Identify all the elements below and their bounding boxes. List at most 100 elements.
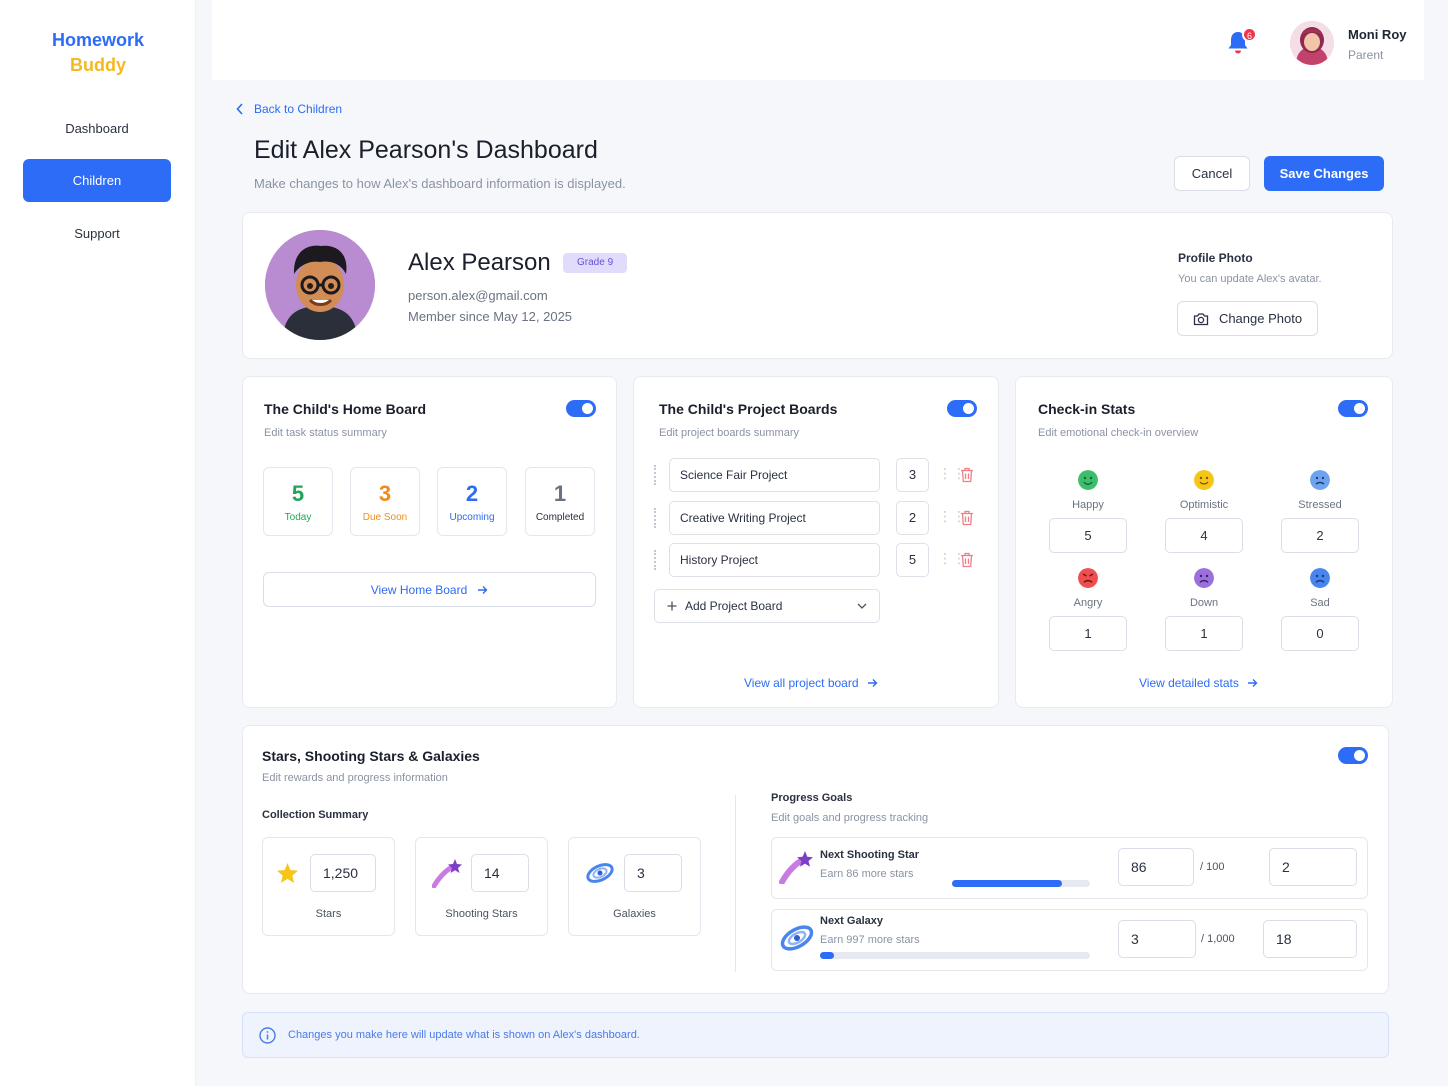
goal-target-input[interactable]: 2 — [1269, 848, 1357, 886]
notification-badge: 6 — [1242, 27, 1257, 42]
stat-label: Upcoming — [449, 512, 495, 523]
stat-value: 1 — [553, 481, 567, 506]
chevron-left-icon — [236, 103, 243, 115]
stat-due-soon: 3 Due Soon — [350, 467, 420, 536]
add-project-board-dropdown[interactable]: Add Project Board — [654, 589, 880, 623]
sidebar-item-children[interactable]: Children — [23, 159, 171, 202]
checkin-subtitle: Edit emotional check-in overview — [1038, 427, 1199, 439]
camera-icon — [1193, 312, 1209, 325]
goal-of-label: / 1,000 — [1201, 933, 1235, 945]
view-home-board-button[interactable]: View Home Board — [263, 572, 596, 607]
mood-label-angry: Angry — [1073, 597, 1103, 609]
drag-handle[interactable] — [654, 465, 656, 485]
stat-value: 5 — [291, 481, 305, 506]
galaxies-input[interactable]: 3 — [624, 854, 682, 892]
checkin-toggle[interactable] — [1338, 400, 1368, 417]
arrow-right-icon — [478, 585, 488, 594]
cancel-button[interactable]: Cancel — [1174, 156, 1250, 191]
sidebar: Homework Buddy Dashboard Children Suppor… — [0, 0, 196, 1086]
view-all-project-board-link[interactable]: View all project board — [744, 676, 878, 690]
sidebar-item-support[interactable]: Support — [23, 212, 171, 255]
goal-current-input[interactable]: 86 — [1118, 848, 1194, 886]
drag-handle[interactable] — [654, 550, 656, 570]
section-divider — [735, 795, 736, 972]
save-changes-button[interactable]: Save Changes — [1264, 156, 1384, 191]
sidebar-item-dashboard[interactable]: Dashboard — [23, 107, 171, 150]
project-count-input[interactable]: 2 — [896, 501, 929, 535]
galaxy-icon — [586, 863, 614, 883]
project-boards-card — [633, 376, 999, 708]
user-avatar[interactable] — [1290, 21, 1334, 65]
mood-label-happy: Happy — [1072, 499, 1104, 511]
galaxy-icon — [780, 925, 814, 951]
rewards-subtitle: Edit rewards and progress information — [262, 772, 448, 784]
mood-input-optimistic[interactable]: 4 — [1165, 518, 1243, 553]
user-name: Moni Roy — [1348, 27, 1407, 42]
project-count-input[interactable]: 5 — [896, 543, 929, 577]
view-home-board-label: View Home Board — [370, 582, 468, 597]
chevron-down-icon — [857, 603, 867, 609]
brand-logo[interactable]: Homework Buddy — [0, 28, 196, 78]
goal-progress-bar — [952, 880, 1090, 887]
mood-input-stressed[interactable]: 2 — [1281, 518, 1359, 553]
plus-icon — [667, 601, 677, 611]
page-subtitle: Make changes to how Alex's dashboard inf… — [254, 176, 626, 191]
project-boards-subtitle: Edit project boards summary — [659, 427, 799, 439]
info-text: Changes you make here will update what i… — [288, 1029, 640, 1041]
mood-label-down: Down — [1189, 597, 1219, 609]
mood-input-angry[interactable]: 1 — [1049, 616, 1127, 651]
sad-face-icon — [1310, 568, 1330, 588]
goal-name: Next Shooting Star — [820, 849, 920, 861]
progress-goals-subtitle: Edit goals and progress tracking — [771, 812, 929, 824]
goal-subtitle: Earn 997 more stars — [820, 934, 920, 946]
project-name-input[interactable]: Science Fair Project — [669, 458, 880, 492]
stat-label: Due Soon — [362, 512, 408, 523]
mood-input-happy[interactable]: 5 — [1049, 518, 1127, 553]
angry-face-icon — [1078, 568, 1098, 588]
shooting-stars-input[interactable]: 14 — [471, 854, 529, 892]
stat-value: 3 — [378, 481, 392, 506]
mood-input-down[interactable]: 1 — [1165, 616, 1243, 651]
project-boards-toggle[interactable] — [947, 400, 977, 417]
rewards-title: Stars, Shooting Stars & Galaxies — [262, 748, 480, 764]
profile-photo-title: Profile Photo — [1178, 251, 1253, 265]
back-to-children-link[interactable]: Back to Children — [236, 102, 342, 116]
optimistic-face-icon — [1194, 470, 1214, 490]
rewards-toggle[interactable] — [1338, 747, 1368, 764]
mood-label-optimistic: Optimistic — [1179, 499, 1229, 511]
view-detailed-stats-link[interactable]: View detailed stats — [1139, 676, 1258, 690]
brand-line-2: Buddy — [70, 55, 126, 75]
shooting-star-icon — [779, 851, 813, 884]
goal-current-input[interactable]: 3 — [1118, 920, 1196, 958]
drag-handle[interactable] — [654, 508, 656, 528]
trash-icon[interactable] — [960, 510, 974, 526]
mood-input-sad[interactable]: 0 — [1281, 616, 1359, 651]
trash-icon[interactable] — [960, 467, 974, 483]
stat-label: Today — [284, 512, 312, 523]
goal-subtitle: Earn 86 more stars — [820, 868, 914, 880]
goal-target-input[interactable]: 18 — [1263, 920, 1357, 958]
stat-today: 5 Today — [263, 467, 333, 536]
shooting-stars-label: Shooting Stars — [445, 908, 518, 920]
mood-label-sad: Sad — [1310, 597, 1330, 609]
stars-input[interactable]: 1,250 — [310, 854, 376, 892]
home-board-toggle[interactable] — [566, 400, 596, 417]
view-all-project-board-label: View all project board — [744, 676, 859, 690]
project-count-input[interactable]: 3 — [896, 458, 929, 492]
project-name-input[interactable]: History Project — [669, 543, 880, 577]
user-role: Parent — [1348, 48, 1384, 62]
stars-label: Stars — [315, 908, 342, 920]
goal-name: Next Galaxy — [820, 915, 883, 927]
goal-progress-fill — [820, 952, 834, 959]
stat-upcoming: 2 Upcoming — [437, 467, 507, 536]
page-title: Edit Alex Pearson's Dashboard — [254, 136, 598, 164]
stat-completed: 1 Completed — [525, 467, 595, 536]
trash-icon[interactable] — [960, 552, 974, 568]
home-board-card — [242, 376, 617, 708]
stat-value: 2 — [465, 481, 479, 506]
profile-photo-subtitle: You can update Alex's avatar. — [1178, 273, 1322, 285]
child-avatar — [265, 230, 375, 340]
change-photo-button[interactable]: Change Photo — [1177, 301, 1318, 336]
goal-progress-fill — [952, 880, 1063, 887]
project-name-input[interactable]: Creative Writing Project — [669, 501, 880, 535]
